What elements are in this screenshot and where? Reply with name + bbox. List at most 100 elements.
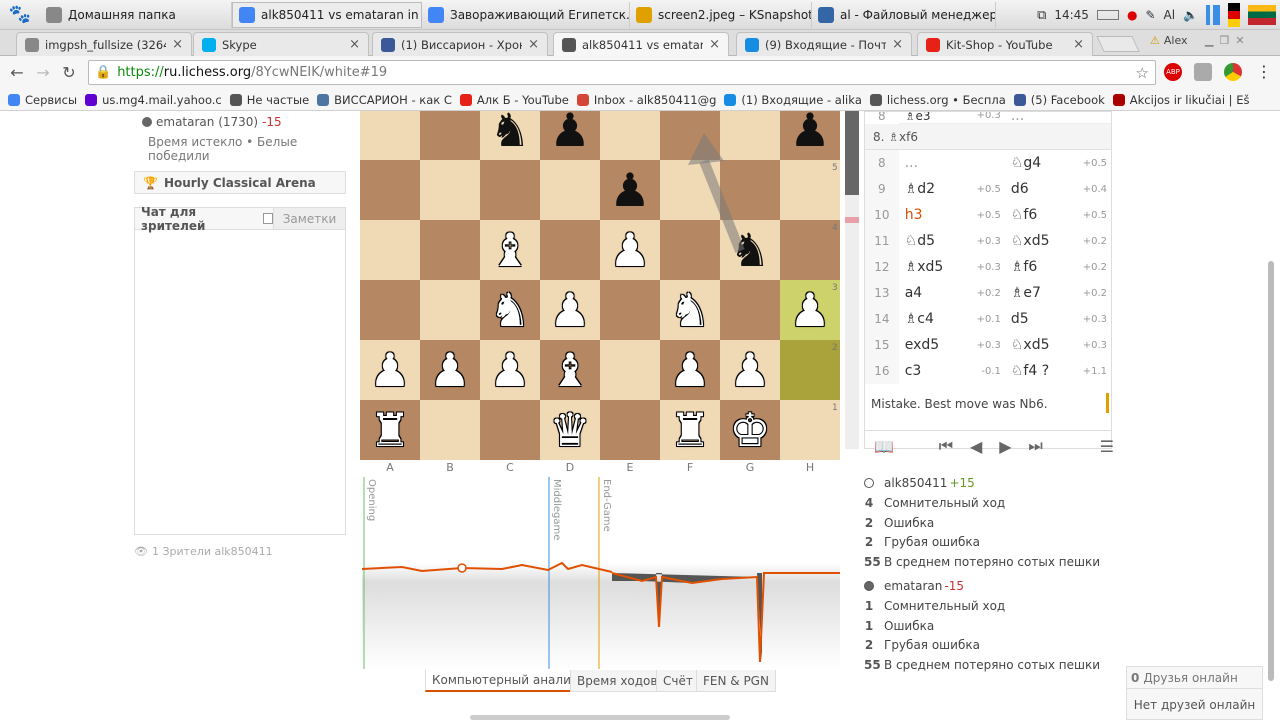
star-icon[interactable]: ☆ (1136, 64, 1149, 82)
browser-tab[interactable]: Kit-Shop - YouTube × (917, 32, 1093, 56)
bookmark-item[interactable]: ВИССАРИОН - как С (317, 93, 452, 107)
summary-item[interactable]: 4 Сомнительный ход (864, 496, 1005, 510)
chrome-app-icon[interactable] (1224, 63, 1242, 81)
analysis-tab[interactable]: Счёт (656, 670, 700, 692)
move-row[interactable]: 14 ♗c4 +0.1 d5 +0.3 (865, 306, 1111, 332)
board-square[interactable]: ♟ (480, 340, 540, 400)
move-white[interactable]: a4 (905, 285, 923, 301)
board-square[interactable] (420, 160, 480, 220)
board-square[interactable] (360, 160, 420, 220)
move-white[interactable]: ♗d2 (905, 181, 935, 197)
board-square[interactable] (480, 160, 540, 220)
board-square[interactable]: ♟ (540, 280, 600, 340)
hamburger-menu-icon[interactable]: ☰ (1100, 437, 1114, 456)
board-square[interactable]: ♟ (360, 340, 420, 400)
move-black[interactable]: d6 (1011, 181, 1029, 197)
next-move-icon[interactable]: ▶ (999, 437, 1011, 456)
chat-tab[interactable]: Чат для зрителей (135, 205, 273, 233)
move-black[interactable]: d5 (1011, 311, 1029, 327)
white-pawn-icon[interactable]: ♟ (369, 347, 410, 393)
network-icon[interactable]: ⧉ (1037, 8, 1046, 23)
last-move-icon[interactable]: ⏭ (1028, 436, 1042, 456)
board-square[interactable] (360, 111, 420, 160)
close-window-icon[interactable]: ✕ (1235, 34, 1244, 47)
board-square[interactable] (660, 220, 720, 280)
summary-item[interactable]: 1 Сомнительный ход (864, 599, 1005, 613)
new-tab-button[interactable] (1096, 36, 1140, 52)
prev-move-icon[interactable]: ◀ (970, 437, 982, 456)
board-square[interactable]: ♛ (540, 400, 600, 460)
variation-line[interactable]: 8. ♗xf6 (865, 124, 1111, 150)
white-queen-icon[interactable]: ♛ (549, 407, 590, 453)
close-tab-icon[interactable]: × (709, 37, 720, 52)
adblock-icon[interactable]: ABP (1164, 63, 1182, 81)
board-square[interactable]: ♞ (660, 280, 720, 340)
black-knight-icon[interactable]: ♞ (489, 111, 530, 153)
move-row[interactable]: 11 ♘d5 +0.3 ♘xd5 +0.2 (865, 228, 1111, 254)
player-black[interactable]: emataran (1730) (156, 115, 258, 129)
move-row[interactable]: 15 exd5 +0.3 ♘xd5 +0.3 (865, 332, 1111, 358)
white-bishop-icon[interactable]: ♝ (489, 227, 530, 273)
volume-icon[interactable]: 🔈 (1183, 8, 1198, 22)
board-square[interactable]: ♟ (540, 111, 600, 160)
black-knight-icon[interactable]: ♞ (729, 227, 770, 273)
edit-icon[interactable]: ✎ (1145, 8, 1155, 22)
taskbar-task[interactable]: Завораживающий Египетск... (422, 1, 630, 28)
bookmark-item[interactable]: us.mg4.mail.yahoo.c (85, 93, 222, 107)
lithuania-flag-icon[interactable] (1248, 5, 1276, 25)
board-square[interactable] (600, 400, 660, 460)
board-square[interactable]: ♟ (720, 340, 780, 400)
clock[interactable]: 14:45 (1054, 8, 1089, 22)
board-square[interactable]: ♞ (480, 111, 540, 160)
white-pawn-icon[interactable]: ♟ (549, 287, 590, 333)
white-knight-icon[interactable]: ♞ (669, 287, 710, 333)
board-square[interactable] (780, 340, 840, 400)
white-king-icon[interactable]: ♚ (729, 407, 770, 453)
summary-item[interactable]: 2 Грубая ошибка (864, 535, 980, 549)
flag-icon[interactable] (1228, 3, 1240, 27)
move-row[interactable]: 8... ♘g4 +0.5 (865, 150, 1111, 176)
board-square[interactable]: ♜ (360, 400, 420, 460)
bookmark-item[interactable]: Не частые (229, 93, 309, 107)
summary-player-black[interactable]: emataran -15 (864, 579, 964, 593)
move-row[interactable]: 16 c3 -0.1 ♘f4 ? +1.1 (865, 358, 1111, 384)
board-square[interactable] (360, 280, 420, 340)
move-white[interactable]: ♘d5 (905, 233, 935, 249)
board-square[interactable] (540, 160, 600, 220)
board-square[interactable]: ♝ (540, 340, 600, 400)
black-pawn-icon[interactable]: ♟ (609, 167, 650, 213)
bookmark-item[interactable]: Сервисы (8, 93, 77, 107)
white-pawn-icon[interactable]: ♟ (789, 287, 830, 333)
black-pawn-icon[interactable]: ♟ (789, 111, 830, 153)
forward-arrow-icon[interactable]: → (30, 63, 56, 82)
move-white[interactable]: h3 (905, 207, 923, 223)
white-rook-icon[interactable]: ♜ (669, 407, 710, 453)
board-square[interactable] (720, 160, 780, 220)
move-white[interactable]: c3 (905, 363, 922, 379)
move-black[interactable]: ♘f4 ? (1011, 363, 1049, 379)
white-knight-icon[interactable]: ♞ (489, 287, 530, 333)
analysis-tab[interactable]: FEN & PGN (696, 670, 776, 692)
taskbar-task[interactable]: alk850411 vs emataran in 8Y... (232, 1, 422, 28)
white-bishop-icon[interactable]: ♝ (549, 347, 590, 393)
bookmark-item[interactable]: Akcijos ir likučiai | Eš (1112, 93, 1249, 107)
move-row[interactable]: 9 ♗d2 +0.5 d6 +0.4 (865, 176, 1111, 202)
board-square[interactable]: ♟ (600, 220, 660, 280)
move-white[interactable]: ♗xd5 (905, 259, 944, 275)
board-square[interactable] (660, 160, 720, 220)
board-square[interactable] (420, 220, 480, 280)
taskbar-task[interactable]: Домашняя папка (40, 1, 232, 28)
board-square[interactable] (420, 111, 480, 160)
white-pawn-icon[interactable]: ♟ (729, 347, 770, 393)
board-square[interactable] (600, 280, 660, 340)
extension-icon[interactable] (1194, 63, 1212, 81)
book-icon[interactable]: 📖 (874, 437, 894, 456)
taskbar-task[interactable]: screen2.jpeg – KSnapshot (630, 1, 812, 28)
white-pawn-icon[interactable]: ♟ (609, 227, 650, 273)
board-square[interactable] (540, 220, 600, 280)
first-move-icon[interactable]: ⏮ (939, 436, 953, 456)
board-square[interactable]: ♟ (660, 340, 720, 400)
notes-tab[interactable]: Заметки (273, 208, 345, 229)
black-pawn-icon[interactable]: ♟ (549, 111, 590, 153)
board-square[interactable]: ♝ (480, 220, 540, 280)
